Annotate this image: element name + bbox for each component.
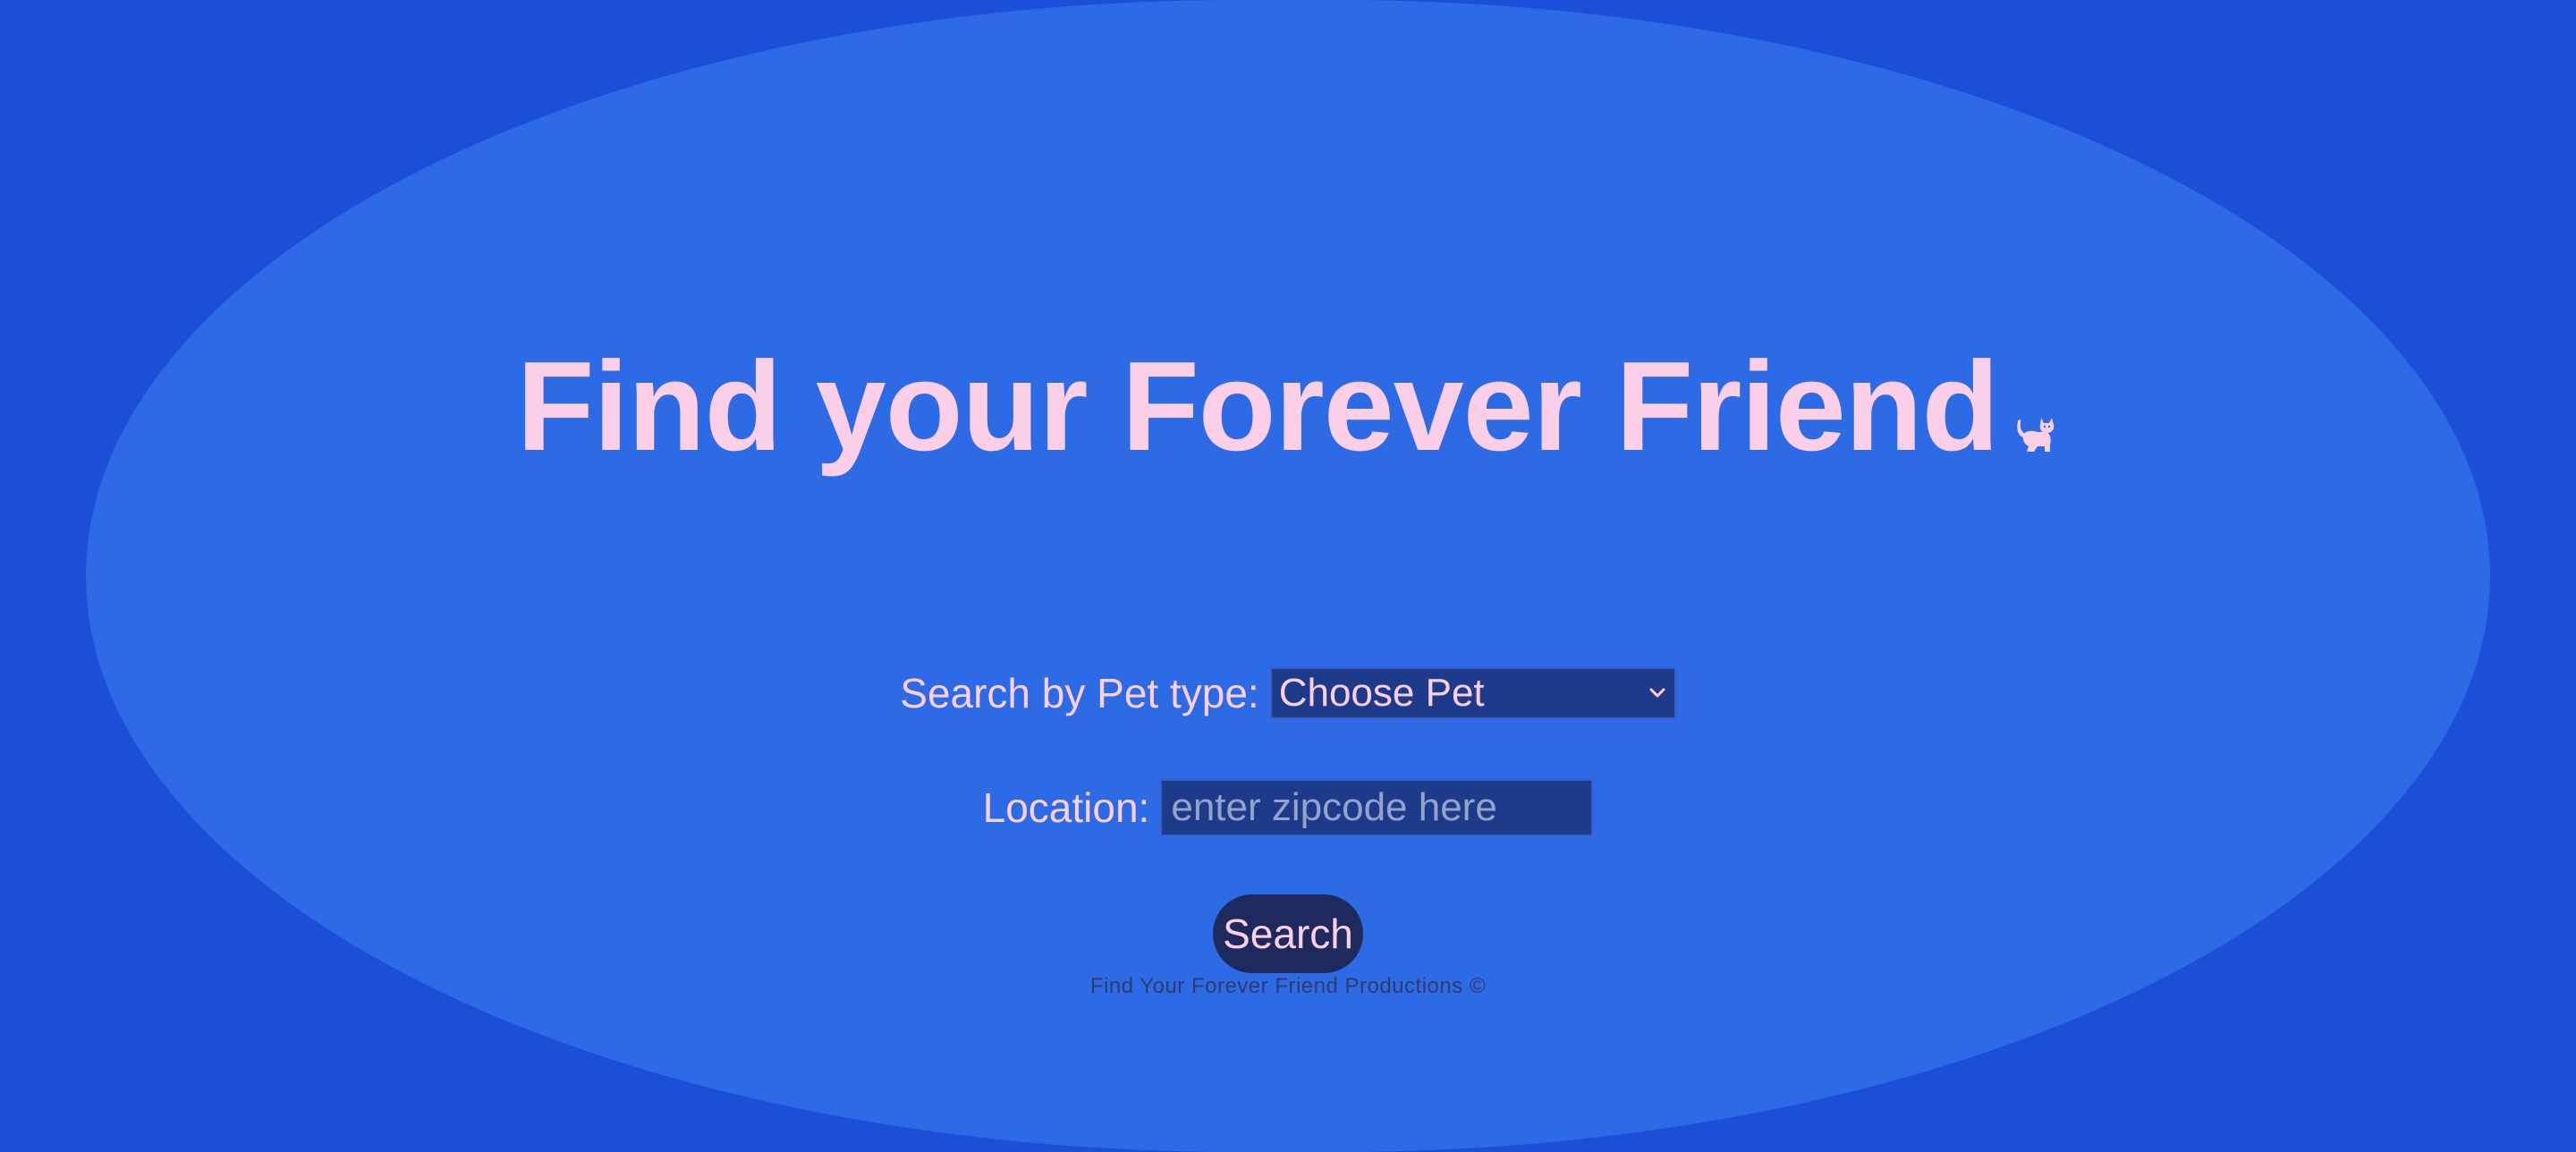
location-label: Location: xyxy=(982,784,1150,831)
search-button[interactable]: Search xyxy=(1213,894,1363,973)
zipcode-input[interactable]: enter zipcode here xyxy=(1160,779,1594,836)
page-title-text: Find your Forever Friend xyxy=(516,335,2000,478)
pet-type-selected-value: Choose Pet xyxy=(1278,671,1485,715)
pet-type-row: Search by Pet type: Choose Pet xyxy=(0,665,2576,721)
page: Find your Forever Friend Search by Pet t… xyxy=(0,0,2576,1152)
pet-type-select[interactable]: Choose Pet xyxy=(1269,667,1676,719)
pet-type-label: Search by Pet type: xyxy=(900,670,1259,716)
zipcode-placeholder: enter zipcode here xyxy=(1171,785,1497,829)
cat-icon xyxy=(2017,418,2055,452)
location-row: Location: enter zipcode here xyxy=(0,779,2576,836)
chevron-down-icon xyxy=(1649,688,1665,698)
page-title: Find your Forever Friend xyxy=(0,326,2576,487)
footer-text: Find Your Forever Friend Productions © xyxy=(1089,974,1487,998)
